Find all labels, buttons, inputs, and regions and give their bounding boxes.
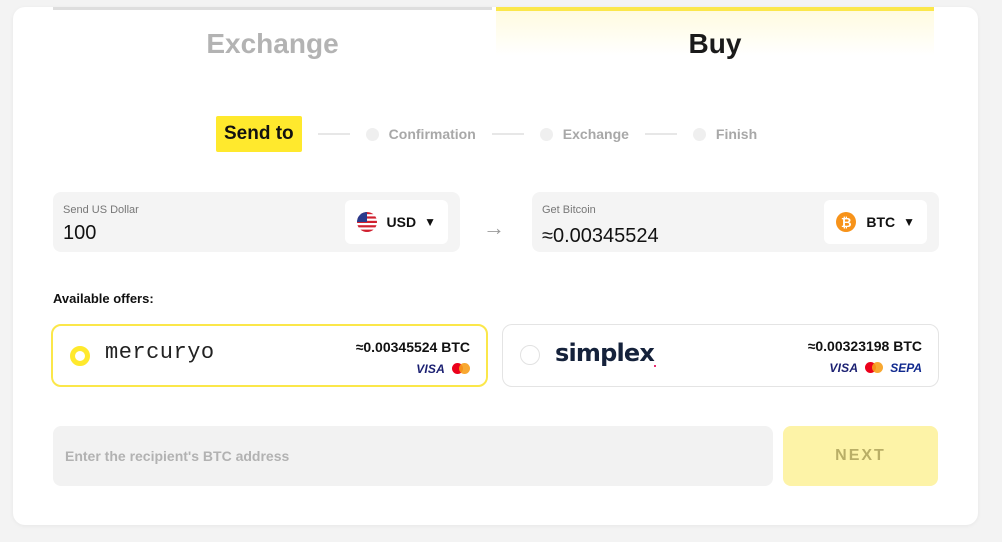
offers-heading: Available offers:: [53, 291, 154, 306]
get-currency-select[interactable]: ₿ BTC ▼: [824, 200, 927, 244]
exchange-widget: Exchange Buy Send to Confirmation Exchan…: [13, 7, 978, 525]
get-amount-field: Get Bitcoin ≈0.00345524 ₿ BTC ▼: [532, 192, 939, 252]
payment-methods: VISA: [416, 362, 470, 376]
send-currency-code: USD: [386, 214, 417, 230]
bitcoin-icon: ₿: [836, 212, 857, 232]
step-dot-icon: [365, 127, 379, 141]
tab-exchange[interactable]: Exchange: [53, 7, 492, 75]
chevron-down-icon: ▼: [903, 215, 915, 229]
tab-buy[interactable]: Buy: [496, 7, 934, 75]
step-exchange: Exchange: [539, 126, 629, 142]
offer-card-mercuryo[interactable]: mercuryo ≈0.00345524 BTC VISA: [51, 324, 488, 387]
chevron-down-icon: ▼: [424, 215, 436, 229]
mastercard-icon: [452, 363, 470, 375]
offer-radio-selected[interactable]: [70, 346, 90, 366]
step-divider: [491, 133, 524, 135]
send-amount-value[interactable]: 100: [63, 222, 96, 245]
arrow-right-icon: →: [483, 215, 505, 240]
step-finish: Finish: [692, 126, 758, 142]
payment-methods: VISA SEPA: [829, 361, 922, 375]
send-label: Send US Dollar: [63, 204, 139, 216]
btc-address-input[interactable]: [53, 426, 773, 486]
mercuryo-logo: mercuryo: [105, 340, 215, 365]
sepa-icon: SEPA: [890, 361, 922, 375]
step-label: Finish: [715, 126, 758, 142]
progress-stepper: Send to Confirmation Exchange Finish: [216, 116, 757, 152]
step-divider: [644, 133, 677, 135]
get-label: Get Bitcoin: [542, 204, 596, 216]
mastercard-icon: [865, 362, 884, 374]
send-currency-select[interactable]: USD ▼: [344, 200, 448, 244]
step-dot-icon: [692, 127, 706, 141]
get-amount-value: ≈0.00345524: [542, 225, 659, 247]
visa-icon: VISA: [829, 361, 859, 375]
get-currency-code: BTC: [866, 214, 896, 230]
simplex-logo: simplex: [555, 339, 657, 367]
step-label: Exchange: [562, 126, 629, 142]
offer-amount: ≈0.00345524 BTC: [355, 339, 470, 355]
next-button[interactable]: NEXT: [783, 426, 938, 486]
send-amount-field[interactable]: Send US Dollar 100 USD ▼: [53, 192, 460, 252]
offer-card-simplex[interactable]: simplex ≈0.00323198 BTC VISA SEPA: [502, 324, 939, 387]
step-divider: [317, 133, 350, 135]
step-label: Confirmation: [388, 126, 476, 142]
step-dot-icon: [539, 127, 553, 141]
step-confirmation: Confirmation: [365, 126, 476, 142]
visa-icon: VISA: [416, 362, 445, 376]
offer-amount: ≈0.00323198 BTC: [807, 338, 922, 354]
us-flag-icon: [356, 212, 377, 232]
step-send-to: Send to: [216, 116, 302, 152]
offer-radio-unselected[interactable]: [520, 345, 540, 365]
